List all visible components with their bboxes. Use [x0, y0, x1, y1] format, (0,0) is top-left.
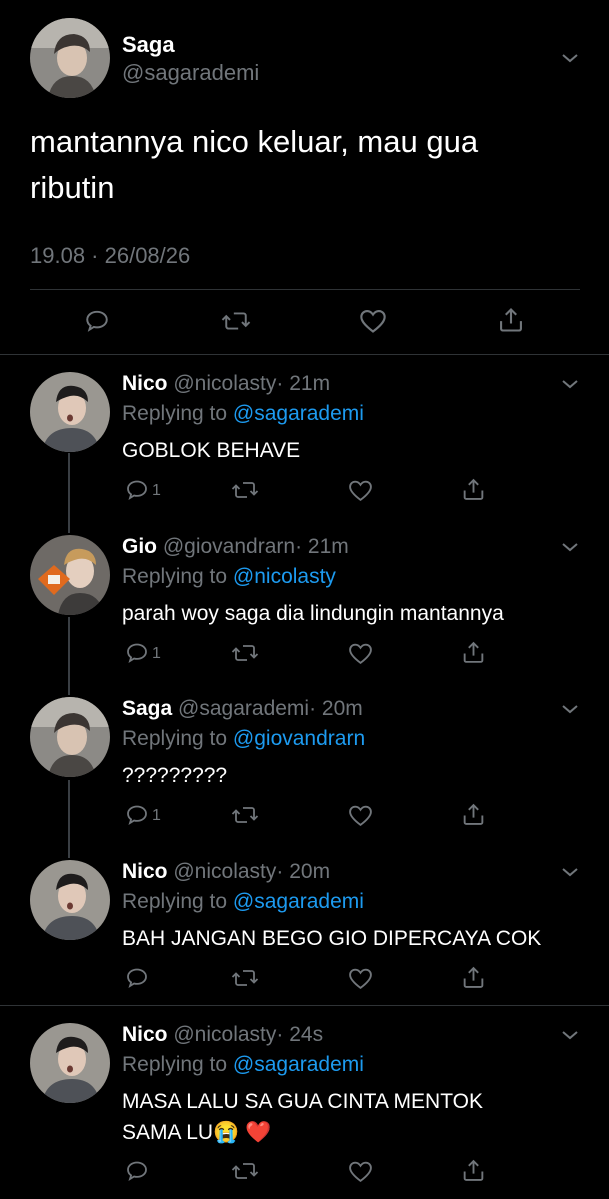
chevron-down-icon[interactable]: [561, 866, 579, 878]
reply-icon[interactable]: [125, 803, 149, 827]
replying-to-link[interactable]: @nicolasty: [233, 565, 336, 588]
reply-tweet: Nico @nicolasty· 24s Replying to @sagara…: [0, 1006, 609, 1199]
tweet-text-line-2: ributin: [30, 170, 115, 205]
replying-label: Replying to: [122, 727, 228, 750]
author-name[interactable]: Saga: [122, 32, 175, 58]
replying-label: Replying to: [122, 565, 228, 588]
share-icon[interactable]: [461, 1158, 486, 1183]
tweet-text: ?????????: [122, 764, 228, 787]
reply-count: 1: [152, 807, 161, 824]
tweet-time: · 20m: [309, 697, 363, 720]
author-handle[interactable]: @nicolasty: [173, 372, 276, 395]
share-icon[interactable]: [461, 640, 486, 665]
author-name[interactable]: Nico: [122, 860, 168, 883]
chevron-down-icon[interactable]: [561, 703, 579, 715]
reply-count: 1: [152, 645, 161, 662]
tweet-time: · 21m: [276, 372, 331, 395]
author-handle[interactable]: @nicolasty: [173, 1023, 276, 1046]
tweet-timestamp: 19.08 · 26/08/26: [30, 243, 191, 268]
replying-label: Replying to: [122, 890, 228, 913]
replying-to-link[interactable]: @sagarademi: [233, 1053, 364, 1076]
author-handle[interactable]: @sagarademi: [178, 697, 309, 720]
share-icon[interactable]: [497, 306, 525, 334]
replying-to-link[interactable]: @sagarademi: [233, 890, 364, 913]
retweet-icon[interactable]: [231, 478, 259, 502]
reply-icon[interactable]: [84, 308, 110, 334]
tweet-text-line-1: mantannya nico keluar, mau gua: [30, 124, 479, 159]
reply-tweet: Nico @nicolasty· 20m Replying to @sagara…: [0, 843, 609, 1003]
avatar[interactable]: [30, 535, 110, 615]
reply-tweet: Gio @giovandrarn· 21m Replying to @nicol…: [0, 518, 609, 688]
retweet-icon[interactable]: [231, 641, 259, 665]
retweet-icon[interactable]: [231, 966, 259, 990]
tweet-text: parah woy saga dia lindungin mantannya: [122, 602, 504, 625]
share-icon[interactable]: [461, 477, 486, 502]
replying-label: Replying to: [122, 402, 228, 425]
tweet-text-line-2: SAMA LU: [122, 1121, 214, 1144]
reply-icon[interactable]: [125, 966, 149, 990]
reply-count: 1: [152, 482, 161, 499]
avatar[interactable]: [30, 372, 110, 452]
heart-emoji: ❤️: [245, 1121, 272, 1144]
author-name[interactable]: Nico: [122, 1023, 168, 1046]
replying-label: Replying to: [122, 1053, 228, 1076]
reply-tweet: Saga @sagarademi· 20m Replying to @giova…: [0, 680, 609, 850]
author-name[interactable]: Nico: [122, 372, 168, 395]
divider: [30, 289, 580, 290]
chevron-down-icon[interactable]: [561, 541, 579, 553]
avatar[interactable]: [30, 860, 110, 940]
like-icon[interactable]: [348, 967, 373, 990]
tweet-time: · 20m: [276, 860, 331, 883]
share-icon[interactable]: [461, 965, 486, 990]
tweet-time: · 21m: [295, 535, 349, 558]
chevron-down-icon[interactable]: [561, 52, 579, 64]
reply-icon[interactable]: [125, 1159, 149, 1183]
tweet-time: · 24s: [276, 1023, 324, 1046]
reply-icon[interactable]: [125, 641, 149, 665]
retweet-icon[interactable]: [231, 803, 259, 827]
like-icon[interactable]: [348, 804, 373, 827]
crying-emoji: 😭: [213, 1121, 240, 1144]
author-name[interactable]: Saga: [122, 697, 172, 720]
avatar[interactable]: [30, 697, 110, 777]
tweet-text: BAH JANGAN BEGO GIO DIPERCAYA COK: [122, 927, 542, 950]
reply-icon[interactable]: [125, 478, 149, 502]
replying-to-link[interactable]: @sagarademi: [233, 402, 364, 425]
like-icon[interactable]: [359, 308, 387, 334]
share-icon[interactable]: [461, 802, 486, 827]
retweet-icon[interactable]: [231, 1159, 259, 1183]
chevron-down-icon[interactable]: [561, 378, 579, 390]
like-icon[interactable]: [348, 642, 373, 665]
retweet-icon[interactable]: [220, 308, 252, 334]
reply-tweet: Nico @nicolasty· 21m Replying to @sagara…: [0, 355, 609, 525]
author-name[interactable]: Gio: [122, 535, 157, 558]
main-tweet: Saga @sagarademi mantannya nico keluar, …: [0, 0, 609, 354]
tweet-text-line-1: MASA LALU SA GUA CINTA MENTOK: [122, 1090, 483, 1113]
avatar[interactable]: [30, 1023, 110, 1103]
author-handle[interactable]: @nicolasty: [173, 860, 276, 883]
avatar[interactable]: [30, 18, 110, 98]
replying-to-link[interactable]: @giovandrarn: [233, 727, 365, 750]
author-handle[interactable]: @giovandrarn: [163, 535, 295, 558]
like-icon[interactable]: [348, 479, 373, 502]
author-handle[interactable]: @sagarademi: [122, 60, 259, 86]
like-icon[interactable]: [348, 1160, 373, 1183]
tweet-text: GOBLOK BEHAVE: [122, 439, 301, 462]
chevron-down-icon[interactable]: [561, 1029, 579, 1041]
